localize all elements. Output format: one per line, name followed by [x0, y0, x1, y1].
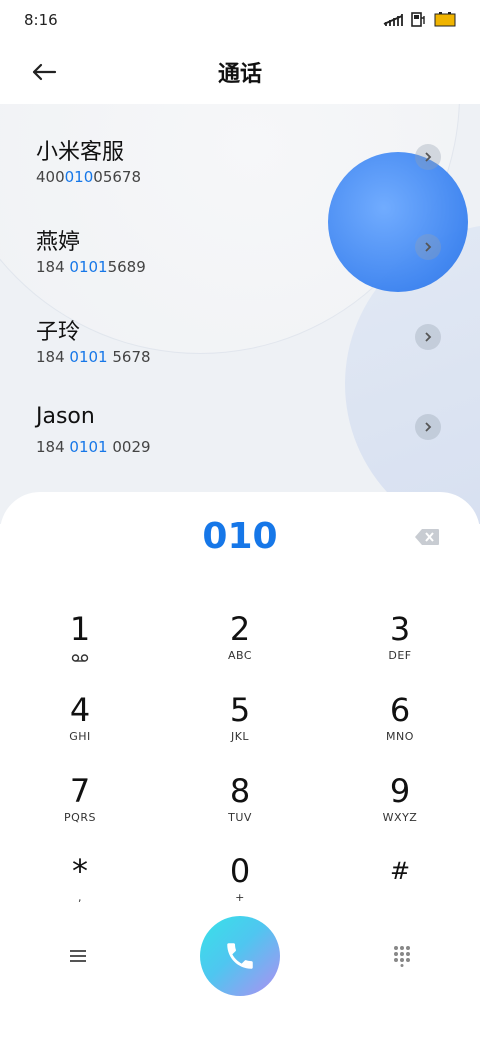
key-digit: 3	[389, 610, 411, 648]
status-bar: 8:16	[0, 0, 480, 40]
signal-icon	[383, 14, 403, 26]
key-digit: 9	[389, 772, 411, 810]
status-icons	[382, 10, 456, 28]
key-letters: TUV	[228, 811, 252, 824]
key-6[interactable]: 6 MNO	[340, 691, 460, 761]
chevron-right-icon	[425, 242, 432, 252]
key-digit: 6	[389, 691, 411, 729]
key-letters: JKL	[230, 730, 250, 743]
key-letters: PQRS	[64, 811, 96, 824]
key-digit: 0	[229, 852, 251, 890]
contact-name: 燕婷	[36, 230, 81, 255]
keypad-toggle-button[interactable]	[382, 936, 422, 976]
contact-name: 小米客服	[36, 140, 125, 165]
key-digit: 5	[229, 691, 251, 729]
contact-number: 184 0101 0029	[36, 438, 151, 456]
contact-name: 子玲	[36, 320, 81, 345]
contact-item[interactable]: Jason 184 0101 0029	[0, 404, 480, 494]
backspace-icon	[415, 529, 439, 545]
key-8[interactable]: 8 TUV	[180, 772, 300, 842]
dialed-number: 010	[202, 516, 278, 557]
key-0[interactable]: 0 +	[180, 852, 300, 922]
contact-item[interactable]: 燕婷 184 01015689	[0, 224, 480, 314]
key-digit: 2	[229, 610, 251, 648]
key-3[interactable]: 3 DEF	[340, 610, 460, 680]
contact-detail-button[interactable]	[415, 234, 441, 260]
key-7[interactable]: 7 PQRS	[20, 772, 140, 842]
key-letters: ABC	[227, 649, 253, 662]
key-letters: MNO	[386, 730, 414, 743]
key-1[interactable]: 1	[20, 610, 140, 680]
dialpad-panel: 010 1 2 ABC 3 DEF 4 GHI 5 JKL 6 MNO 7 PQ…	[0, 492, 480, 1040]
chevron-right-icon	[425, 152, 432, 162]
voicemail-icon	[71, 654, 89, 662]
key-star[interactable]: * ,	[20, 852, 140, 922]
contact-detail-button[interactable]	[415, 144, 441, 170]
key-digit: 4	[69, 691, 91, 729]
keypad-grid-icon	[394, 946, 410, 967]
key-4[interactable]: 4 GHI	[20, 691, 140, 761]
contact-number: 184 0101 5678	[36, 348, 151, 366]
key-letters: DEF	[388, 649, 412, 662]
header: 通话	[0, 40, 480, 104]
chevron-right-icon	[425, 422, 432, 432]
menu-icon	[70, 950, 86, 962]
key-hash[interactable]: #	[340, 852, 460, 922]
battery-icon	[434, 12, 456, 27]
key-digit: 8	[229, 772, 251, 810]
key-letters: ,	[78, 891, 82, 904]
contact-name: Jason	[36, 404, 95, 429]
key-9[interactable]: 9 WXYZ	[340, 772, 460, 842]
key-digit: #	[389, 857, 411, 885]
call-button[interactable]	[200, 916, 280, 996]
key-2[interactable]: 2 ABC	[180, 610, 300, 680]
key-letters: GHI	[69, 730, 91, 743]
menu-button[interactable]	[58, 936, 98, 976]
chevron-right-icon	[425, 332, 432, 342]
key-letters: WXYZ	[382, 811, 418, 824]
charging-icon	[411, 12, 425, 27]
contact-number: 184 01015689	[36, 258, 146, 276]
phone-icon	[227, 943, 253, 969]
contact-item[interactable]: 小米客服 40001005678	[0, 134, 480, 224]
contact-item[interactable]: 子玲 184 0101 5678	[0, 314, 480, 404]
key-letters: +	[235, 891, 245, 904]
page-title: 通话	[217, 62, 262, 87]
delete-button[interactable]	[414, 528, 440, 546]
key-digit: 1	[69, 610, 91, 648]
contact-detail-button[interactable]	[415, 324, 441, 350]
key-digit: *	[72, 852, 88, 890]
contact-number: 40001005678	[36, 168, 141, 186]
key-5[interactable]: 5 JKL	[180, 691, 300, 761]
status-time: 8:16	[24, 11, 58, 29]
key-digit: 7	[69, 772, 91, 810]
contact-detail-button[interactable]	[415, 414, 441, 440]
